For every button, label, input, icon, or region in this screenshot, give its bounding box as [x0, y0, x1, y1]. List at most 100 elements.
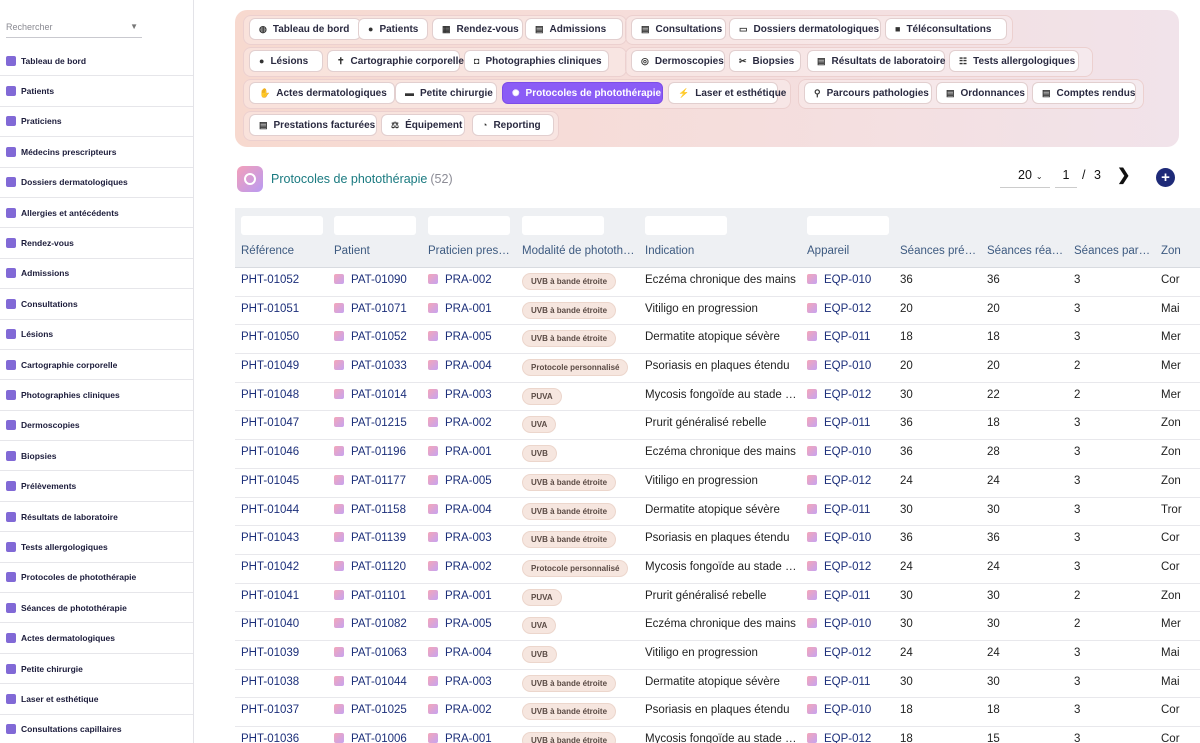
table-row[interactable]: PHT-01050 PAT-01052 PRA-005 UVB à bande étr…: [235, 325, 1200, 355]
table-cell[interactable]: PRA-002: [428, 274, 512, 286]
sidebar-item[interactable]: Tests allergologiques: [0, 532, 193, 563]
column-header[interactable]: Référence: [241, 245, 329, 257]
sidebar-item[interactable]: Dossiers dermatologiques: [0, 168, 193, 198]
table-cell[interactable]: PHT-01050: [241, 331, 329, 343]
column-header[interactable]: Patient: [334, 245, 422, 257]
table-cell[interactable]: EQP-012: [807, 302, 895, 315]
column-filter-input[interactable]: [807, 216, 889, 235]
table-cell[interactable]: PAT-01033: [334, 360, 422, 372]
table-cell[interactable]: EQP-012: [807, 733, 895, 743]
sidebar-item[interactable]: Actes dermatologiques: [0, 623, 193, 654]
sidebar-item[interactable]: Consultations capillaires: [0, 715, 193, 743]
tab-item[interactable]: ▤ Résultats de laboratoire: [807, 50, 945, 72]
current-page-input[interactable]: 1: [1055, 168, 1077, 188]
tab-item[interactable]: ✝ Cartographie corporelle: [327, 50, 464, 72]
sidebar-item[interactable]: Médecins prescripteurs: [0, 137, 193, 168]
sidebar-item[interactable]: Tableau de bord: [0, 46, 193, 77]
tab-item[interactable]: ✋ Actes dermatologiques: [249, 82, 395, 104]
table-cell[interactable]: PAT-01158: [334, 503, 422, 516]
sidebar-item[interactable]: Allergies et antécédents: [0, 198, 193, 229]
table-cell[interactable]: PRA-005: [428, 474, 512, 487]
table-row[interactable]: PHT-01045 PAT-01177 PRA-005 UVB à bande étr…: [235, 469, 1200, 498]
sidebar-item[interactable]: Praticiens: [0, 107, 193, 138]
sidebar-item[interactable]: Séances de photothérapie: [0, 593, 193, 624]
tab-item[interactable]: ⚖ Équipement: [381, 114, 465, 136]
sidebar-item[interactable]: Laser et esthétique: [0, 684, 193, 715]
table-cell[interactable]: EQP-012: [807, 646, 895, 659]
table-cell[interactable]: PHT-01043: [241, 532, 329, 544]
sidebar-item[interactable]: Lésions: [0, 320, 193, 350]
search-input[interactable]: Rechercher ▼: [6, 18, 142, 38]
tab-item[interactable]: ▦ Rendez-vous: [432, 18, 523, 40]
column-filter-input[interactable]: [334, 216, 416, 235]
table-cell[interactable]: EQP-012: [807, 560, 895, 573]
sidebar-item[interactable]: Dermoscopies: [0, 411, 193, 442]
tab-item[interactable]: ◘ Photographies cliniques: [464, 50, 609, 72]
table-row[interactable]: PHT-01044 PAT-01158 PRA-004 UVB à bande étr…: [235, 498, 1200, 527]
table-cell[interactable]: PRA-005: [428, 618, 512, 630]
table-cell[interactable]: EQP-010: [807, 532, 895, 544]
table-cell[interactable]: PAT-01014: [334, 388, 422, 401]
sidebar-item[interactable]: Photographies cliniques: [0, 380, 193, 411]
table-cell[interactable]: PRA-001: [428, 446, 512, 458]
table-cell[interactable]: PRA-004: [428, 503, 512, 516]
table-cell[interactable]: PHT-01044: [241, 504, 329, 516]
tab-item[interactable]: ◎ Dermoscopies: [631, 50, 725, 72]
table-row[interactable]: PHT-01040 PAT-01082 PRA-005 UVA Eczéma chron…: [235, 612, 1200, 641]
table-cell[interactable]: EQP-011: [807, 589, 895, 602]
table-cell[interactable]: PAT-01082: [334, 618, 422, 630]
table-cell[interactable]: EQP-010: [807, 704, 895, 716]
column-header[interactable]: Praticien pres…: [428, 245, 512, 257]
table-cell[interactable]: PAT-01006: [334, 733, 422, 743]
page-size-select[interactable]: 20 ⌄: [1000, 168, 1050, 188]
sidebar-item[interactable]: Biopsies: [0, 441, 193, 472]
tab-item[interactable]: ▤ Prestations facturées: [249, 114, 377, 136]
table-cell[interactable]: PHT-01036: [241, 733, 329, 743]
tab-item[interactable]: ⚲ Parcours pathologies: [804, 82, 932, 104]
table-cell[interactable]: PRA-002: [428, 704, 512, 716]
table-row[interactable]: PHT-01046 PAT-01196 PRA-001 UVB Eczéma chron…: [235, 440, 1200, 469]
table-cell[interactable]: EQP-011: [807, 331, 895, 343]
tab-item[interactable]: ▤ Consultations: [631, 18, 726, 40]
table-cell[interactable]: EQP-010: [807, 360, 895, 372]
table-cell[interactable]: PHT-01038: [241, 676, 329, 688]
table-cell[interactable]: PHT-01048: [241, 389, 329, 401]
table-cell[interactable]: PRA-004: [428, 646, 512, 659]
sidebar-item[interactable]: Résultats de laboratoire: [0, 502, 193, 533]
table-cell[interactable]: EQP-011: [807, 675, 895, 688]
column-header[interactable]: Appareil: [807, 245, 895, 257]
table-cell[interactable]: EQP-011: [807, 503, 895, 516]
column-header[interactable]: Séances réa…: [987, 245, 1069, 257]
tab-item[interactable]: ⚡ Laser et esthétique: [668, 82, 786, 104]
column-filter-input[interactable]: [241, 216, 323, 235]
sidebar-item[interactable]: Cartographie corporelle: [0, 350, 193, 381]
tab-item[interactable]: ▤ Admissions: [525, 18, 623, 40]
tab-item[interactable]: ☷ Tests allergologiques: [949, 50, 1079, 72]
table-cell[interactable]: PRA-001: [428, 589, 512, 602]
table-cell[interactable]: PAT-01139: [334, 532, 422, 544]
column-header[interactable]: Modalité de phototh…: [522, 245, 638, 257]
table-row[interactable]: PHT-01038 PAT-01044 PRA-003 UVB à bande étr…: [235, 670, 1200, 699]
table-row[interactable]: PHT-01049 PAT-01033 PRA-004 Protocole perso…: [235, 354, 1200, 383]
table-cell[interactable]: PAT-01196: [334, 446, 422, 458]
table-cell[interactable]: PHT-01049: [241, 360, 329, 372]
table-cell[interactable]: PAT-01052: [334, 331, 422, 343]
add-record-button[interactable]: +: [1156, 168, 1175, 187]
table-cell[interactable]: PHT-01037: [241, 704, 329, 716]
table-row[interactable]: PHT-01052 PAT-01090 PRA-002 UVB à bande étr…: [235, 268, 1200, 297]
column-header[interactable]: Zon: [1161, 245, 1200, 257]
tab-item[interactable]: ■ Téléconsultations: [885, 18, 1007, 40]
table-cell[interactable]: EQP-012: [807, 474, 895, 487]
table-cell[interactable]: EQP-011: [807, 417, 895, 429]
table-row[interactable]: PHT-01051 PAT-01071 PRA-001 UVB à bande étr…: [235, 297, 1200, 326]
table-row[interactable]: PHT-01043 PAT-01139 PRA-003 UVB à bande étr…: [235, 526, 1200, 555]
tab-item[interactable]: ◔ Reporting: [472, 114, 554, 136]
table-cell[interactable]: EQP-010: [807, 446, 895, 458]
table-cell[interactable]: PRA-001: [428, 302, 512, 315]
table-cell[interactable]: PHT-01041: [241, 590, 329, 602]
table-row[interactable]: PHT-01036 PAT-01006 PRA-001 UVB à bande étr…: [235, 727, 1200, 743]
column-header[interactable]: Indication: [645, 245, 800, 257]
sidebar-item[interactable]: Petite chirurgie: [0, 654, 193, 685]
tab-item[interactable]: ✺ Protocoles de photothérapie: [502, 82, 663, 104]
tab-item[interactable]: ▤ Ordonnances: [936, 82, 1028, 104]
